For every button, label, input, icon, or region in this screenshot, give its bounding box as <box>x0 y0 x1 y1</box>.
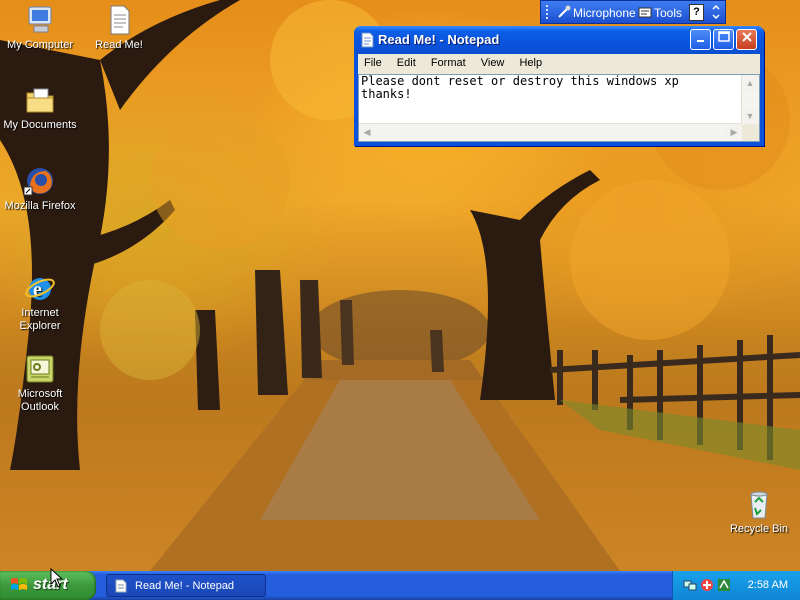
notepad-window[interactable]: Read Me! - Notepad File Edit Format View… <box>354 26 764 146</box>
horizontal-scrollbar[interactable]: ◀ ▶ <box>359 123 742 141</box>
menu-help[interactable]: Help <box>513 54 548 69</box>
microphone-button[interactable]: Microphone <box>573 6 636 20</box>
scroll-right-icon[interactable]: ▶ <box>726 124 742 140</box>
desktop-icon-label: My Documents <box>3 119 77 131</box>
taskbar-button-notepad[interactable]: Read Me! - Notepad <box>106 574 266 597</box>
tools-button[interactable]: Tools <box>654 6 682 20</box>
text-edit-area[interactable]: Please dont reset or destroy this window… <box>358 74 760 142</box>
taskbar-button-label: Read Me! - Notepad <box>135 580 235 592</box>
minimize-icon <box>696 31 706 46</box>
language-bar-grip-icon[interactable] <box>545 4 551 23</box>
resize-grip[interactable] <box>742 124 759 141</box>
security-tray-icon[interactable] <box>700 578 714 592</box>
desktop-icon-label: Mozilla Firefox <box>4 200 76 212</box>
menu-view[interactable]: View <box>475 54 511 69</box>
scroll-left-icon[interactable]: ◀ <box>359 124 375 140</box>
menu-file[interactable]: File <box>358 54 388 69</box>
scroll-down-icon[interactable]: ▼ <box>742 108 758 124</box>
desktop-icon-my-computer[interactable]: My Computer <box>0 4 80 52</box>
close-button[interactable] <box>736 29 757 50</box>
minimize-button[interactable] <box>690 29 711 50</box>
help-button[interactable]: ? <box>689 4 704 21</box>
start-button[interactable]: start <box>0 571 96 600</box>
mouse-cursor-icon <box>50 567 64 588</box>
windows-logo-icon <box>10 577 28 593</box>
language-bar[interactable]: Microphone Tools ? <box>540 0 726 24</box>
window-title: Read Me! - Notepad <box>378 32 500 47</box>
notepad-icon <box>360 32 374 48</box>
maximize-button[interactable] <box>713 29 734 50</box>
my-computer-icon <box>24 4 56 36</box>
recycle-bin-icon <box>743 488 775 520</box>
desktop-icon-read-me[interactable]: Read Me! <box>79 4 159 52</box>
desktop-icon-label: Recycle Bin <box>729 523 789 535</box>
desktop-icon-microsoft-outlook[interactable]: Microsoft Outlook <box>0 327 80 427</box>
menu-bar: File Edit Format View Help <box>358 54 760 74</box>
firefox-icon <box>23 165 56 197</box>
title-bar[interactable]: Read Me! - Notepad <box>354 26 764 54</box>
menu-format[interactable]: Format <box>425 54 472 69</box>
close-icon <box>741 31 753 46</box>
document-text[interactable]: Please dont reset or destroy this window… <box>361 75 739 101</box>
text-line-2: thanks! <box>361 87 412 101</box>
my-documents-icon <box>24 84 56 116</box>
desktop-icon-recycle-bin[interactable]: Recycle Bin <box>719 488 799 536</box>
desktop-icon-my-documents[interactable]: My Documents <box>0 84 80 132</box>
desktop-icon-label: My Computer <box>6 39 74 51</box>
clock[interactable]: 2:58 AM <box>748 579 788 591</box>
desktop-icon-label: Microsoft Outlook <box>17 388 63 413</box>
menu-edit[interactable]: Edit <box>391 54 422 69</box>
language-tray-icon[interactable] <box>717 578 731 592</box>
desktop-icon-mozilla-firefox[interactable]: Mozilla Firefox <box>0 165 80 213</box>
vertical-scrollbar[interactable]: ▲ ▼ <box>741 75 759 124</box>
internet-explorer-icon: e <box>24 259 56 301</box>
maximize-icon <box>717 31 730 46</box>
text-line-1: Please dont reset or destroy this window… <box>361 74 679 88</box>
language-bar-options-icon[interactable] <box>711 3 721 22</box>
network-tray-icon[interactable] <box>683 578 697 592</box>
desktop-icon-label: Read Me! <box>95 39 143 51</box>
scroll-up-icon[interactable]: ▲ <box>742 75 758 91</box>
tools-icon[interactable] <box>638 5 652 22</box>
system-tray: 2:58 AM <box>672 571 800 600</box>
microphone-icon[interactable] <box>557 5 571 22</box>
taskbar: start Read Me! - Notepad 2:58 AM <box>0 571 800 600</box>
outlook-icon <box>24 340 56 383</box>
notepad-icon <box>115 579 127 593</box>
text-document-icon <box>103 4 135 36</box>
